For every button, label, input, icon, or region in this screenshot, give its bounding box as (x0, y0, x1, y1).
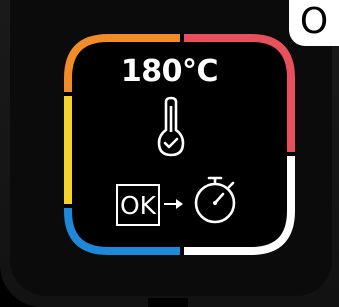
ok-button-label: OK (119, 190, 157, 220)
thermometer-check-icon (157, 96, 185, 157)
ok-button[interactable]: OK (116, 184, 160, 226)
right-arrow-icon (164, 199, 183, 209)
timer-icon (194, 176, 236, 224)
temperature-readout: 180°C (120, 54, 219, 89)
